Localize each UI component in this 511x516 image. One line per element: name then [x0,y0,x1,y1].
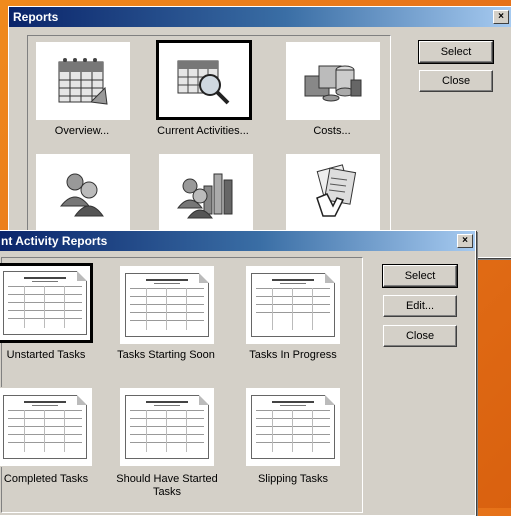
activity-label-slipping: Slipping Tasks [257,473,329,485]
report-thumbnail [125,395,209,459]
activity-reports-dialog: nt Activity Reports × Unstarted Tasks Ta… [0,230,476,516]
activity-title-bar[interactable]: nt Activity Reports [0,231,475,251]
reports-dialog: Reports × Overview... Current Activities… [8,6,511,258]
reports-select-button[interactable]: Select [418,40,494,64]
activity-label-unstarted: Unstarted Tasks [6,349,86,361]
reports-close-icon[interactable]: × [493,10,509,24]
activity-label-starting-soon: Tasks Starting Soon [117,349,215,361]
report-tile-costs[interactable] [285,41,381,121]
activity-title: nt Activity Reports [1,234,108,248]
reports-title: Reports [13,10,59,24]
report-tile-current-activities[interactable] [156,40,252,120]
activity-label-in-progress: Tasks In Progress [249,349,337,361]
report-label-costs: Costs... [313,125,351,137]
activity-tile-should-have-started[interactable] [119,387,215,467]
activity-close-button[interactable]: Close [383,325,457,347]
report-thumbnail [125,273,209,337]
coins-icon [304,65,362,102]
activity-tile-slipping[interactable] [245,387,341,467]
report-tile-workload[interactable] [158,153,254,233]
activity-label-completed: Completed Tasks [3,473,89,485]
activity-tile-starting-soon[interactable] [119,265,215,345]
hand-documents-icon [316,164,357,217]
report-tile-assignments[interactable] [35,153,131,233]
people-chart-icon [176,173,233,219]
report-label-overview: Overview... [54,125,110,137]
report-label-current-activities: Current Activities... [157,125,249,137]
calendar-icon [58,58,108,105]
activity-close-icon[interactable]: × [457,234,473,248]
people-icon [59,173,104,217]
report-thumbnail [3,395,87,459]
activity-tile-unstarted[interactable] [0,263,93,343]
reports-close-button[interactable]: Close [419,70,493,92]
activity-tile-in-progress[interactable] [245,265,341,345]
activity-label-should-have-started: Should Have Started Tasks [116,473,218,498]
report-tile-overview[interactable] [35,41,131,121]
report-tile-custom[interactable] [285,153,381,233]
reports-title-bar[interactable]: Reports [9,7,511,27]
report-thumbnail [3,271,87,335]
activity-tile-completed[interactable] [0,387,93,467]
report-thumbnail [251,395,335,459]
activity-select-button[interactable]: Select [382,264,458,288]
activity-edit-button[interactable]: Edit... [383,295,457,317]
calendar-magnifier-icon [177,60,230,105]
report-thumbnail [251,273,335,337]
